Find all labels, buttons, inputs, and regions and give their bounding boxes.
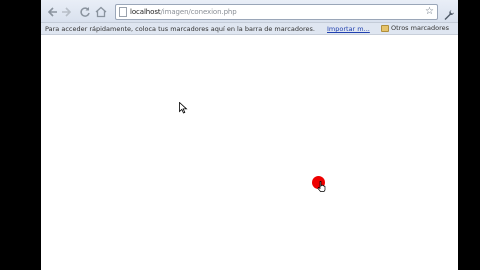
browser-toolbar: localhost/imagen/conexion.php ☆ bbox=[41, 0, 458, 23]
address-bar[interactable]: localhost/imagen/conexion.php ☆ bbox=[115, 4, 438, 20]
reload-icon[interactable] bbox=[79, 6, 91, 18]
wrench-icon[interactable] bbox=[443, 6, 455, 20]
import-bookmarks-link[interactable]: Importar m... bbox=[327, 25, 370, 33]
bookmarks-hint: Para acceder rápidamente, coloca tus mar… bbox=[45, 25, 315, 33]
other-bookmarks-button[interactable]: Otros marcadores bbox=[381, 24, 449, 32]
forward-arrow-icon[interactable] bbox=[61, 6, 73, 18]
url-path: /imagen/conexion.php bbox=[160, 8, 237, 16]
hand-pointer-icon bbox=[317, 181, 326, 192]
bookmark-star-icon[interactable]: ☆ bbox=[425, 6, 434, 18]
url-text: localhost/imagen/conexion.php bbox=[130, 8, 237, 16]
browser-window: localhost/imagen/conexion.php ☆ Para acc… bbox=[41, 0, 458, 270]
back-arrow-icon[interactable] bbox=[46, 6, 58, 18]
page-content[interactable] bbox=[41, 36, 458, 270]
home-icon[interactable] bbox=[95, 6, 107, 18]
url-host: localhost bbox=[130, 8, 161, 16]
screen: localhost/imagen/conexion.php ☆ Para acc… bbox=[0, 0, 480, 270]
mouse-pointer-icon bbox=[179, 102, 188, 114]
page-icon bbox=[119, 7, 127, 17]
other-bookmarks-label: Otros marcadores bbox=[391, 24, 450, 32]
folder-icon bbox=[381, 24, 389, 32]
bookmarks-bar: Para acceder rápidamente, coloca tus mar… bbox=[41, 23, 458, 35]
